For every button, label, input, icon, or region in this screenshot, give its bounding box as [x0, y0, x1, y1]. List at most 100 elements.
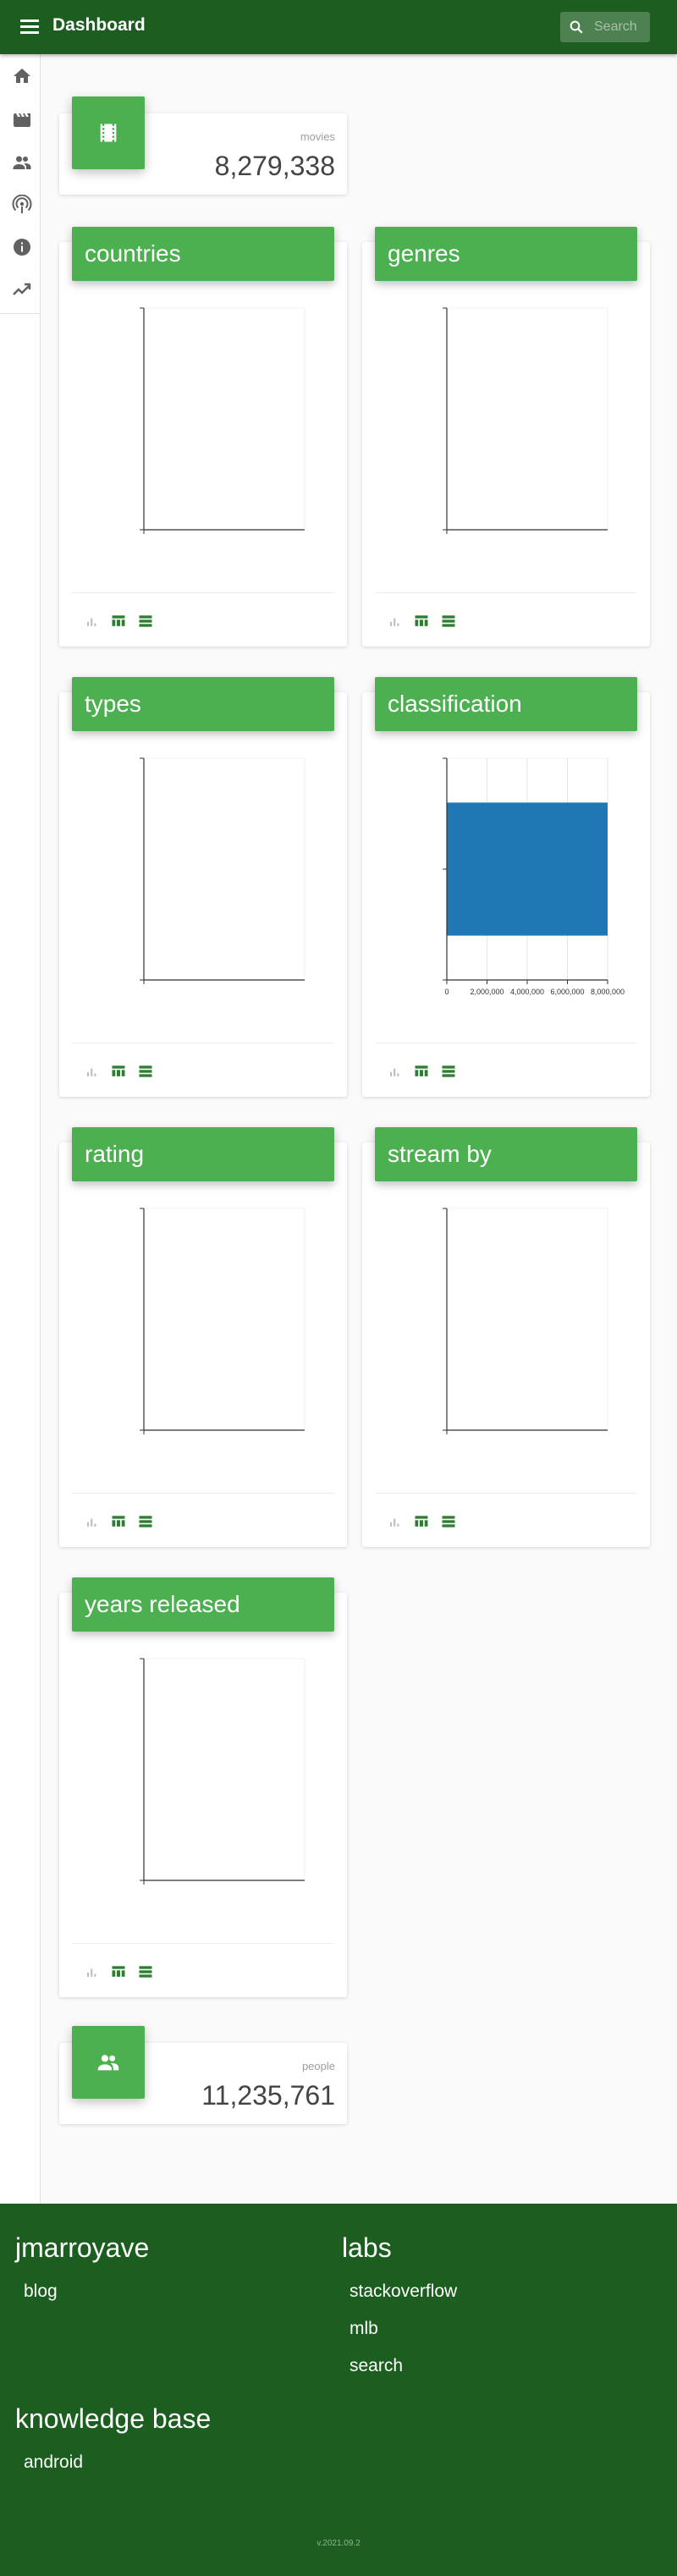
chart-plot [140, 757, 305, 984]
bar-chart-icon[interactable] [83, 1513, 100, 1530]
x-tick-label: 0 [444, 988, 449, 996]
card-title: classification [388, 691, 522, 717]
podcast-icon[interactable] [12, 194, 32, 215]
chart-card-classification: classification 0 2,000,000 4,000,000 6,000,… [362, 677, 650, 1097]
stat-icon-box [72, 96, 145, 169]
card-header: classification [375, 677, 637, 731]
chart-plot [443, 307, 608, 534]
info-icon[interactable] [12, 237, 32, 257]
chart-plot: 0 2,000,000 4,000,000 6,000,000 8,000,000 [443, 757, 625, 996]
footer-link-stackoverflow[interactable]: stackoverflow [350, 2282, 457, 2302]
footer-link-search[interactable]: search [350, 2356, 403, 2376]
chart-card-stream-by: stream by [362, 1127, 650, 1547]
card-divider [72, 592, 334, 593]
app-bar: Dashboard [0, 0, 677, 54]
stat-value: 8,279,338 [214, 151, 335, 181]
card-title: years released [85, 1591, 240, 1617]
table-icon[interactable] [110, 1063, 127, 1080]
home-icon[interactable] [12, 66, 32, 86]
x-tick-label: 6,000,000 [550, 988, 584, 996]
list-icon[interactable] [137, 1963, 154, 1980]
chart-card-types: types [59, 677, 347, 1097]
plot-area [143, 757, 305, 981]
chart-plot [140, 307, 305, 534]
card-header: stream by [375, 1127, 637, 1181]
footer-link-mlb[interactable]: mlb [350, 2319, 378, 2339]
bar-chart-icon[interactable] [386, 613, 403, 630]
chart-card-genres: genres [362, 227, 650, 647]
menu-icon[interactable] [19, 17, 41, 37]
card-title: stream by [388, 1141, 492, 1167]
sidebar-divider [0, 313, 41, 314]
movies-stat-card: movies 8,279,338 [59, 96, 347, 195]
card-title: rating [85, 1141, 145, 1167]
stat-label: movies [300, 130, 335, 143]
footer-heading: labs [342, 2232, 392, 2263]
stat-icon-box [72, 2026, 145, 2099]
x-tick-label: 4,000,000 [510, 988, 544, 996]
table-icon[interactable] [110, 1513, 127, 1530]
chart-plot [443, 1208, 608, 1434]
plot-area [446, 1208, 608, 1431]
card-divider [375, 1493, 637, 1494]
stat-value: 11,235,761 [201, 2080, 335, 2111]
list-icon[interactable] [137, 1513, 154, 1530]
movie-icon [100, 124, 117, 142]
bar-chart-icon[interactable] [386, 1063, 403, 1080]
footer-link-blog[interactable]: blog [24, 2282, 58, 2302]
chart-plot [140, 1658, 305, 1885]
chart-card-years-released: years released [59, 1577, 347, 1997]
footer-link-android[interactable]: android [24, 2452, 83, 2473]
people-icon [97, 2055, 119, 2071]
trending-icon[interactable] [12, 279, 32, 300]
plot-area [143, 307, 305, 531]
footer: jmarroyave blog labs stackoverflow mlb s… [0, 2204, 677, 2576]
table-icon[interactable] [413, 1063, 430, 1080]
plot-area [446, 307, 608, 531]
card-divider [375, 592, 637, 593]
card-divider [72, 1493, 334, 1494]
page-title: Dashboard [52, 15, 146, 35]
card-header: countries [72, 227, 334, 281]
people-stat-card: people 11,235,761 [59, 2026, 347, 2124]
stat-label: people [301, 2060, 335, 2072]
bar-chart-icon[interactable] [83, 1063, 100, 1080]
card-divider [72, 1943, 334, 1944]
table-icon[interactable] [110, 1963, 127, 1980]
card-title: genres [388, 240, 460, 267]
list-icon[interactable] [440, 613, 457, 630]
bar [447, 802, 608, 936]
table-icon[interactable] [413, 1513, 430, 1530]
search-icon [570, 20, 583, 34]
bar-chart-icon[interactable] [386, 1513, 403, 1530]
x-tick-label: 8,000,000 [591, 988, 625, 996]
card-title: types [85, 691, 141, 717]
list-icon[interactable] [440, 1063, 457, 1080]
footer-heading: jmarroyave [15, 2232, 150, 2263]
plot-area [143, 1208, 305, 1431]
chart-card-rating: rating [59, 1127, 347, 1547]
card-header: genres [375, 227, 637, 281]
search-input[interactable] [594, 17, 645, 37]
version-label: v.2021.09.2 [316, 2539, 361, 2548]
sidebar [0, 54, 41, 2204]
list-icon[interactable] [440, 1513, 457, 1530]
chart-plot [140, 1208, 305, 1434]
list-icon[interactable] [137, 1063, 154, 1080]
table-icon[interactable] [110, 613, 127, 630]
chart-card-countries: countries [59, 227, 347, 647]
x-tick-label: 2,000,000 [470, 988, 504, 996]
search-box[interactable] [560, 12, 650, 42]
table-icon[interactable] [413, 613, 430, 630]
card-header: types [72, 677, 334, 731]
card-header: rating [72, 1127, 334, 1181]
bar-chart-icon[interactable] [83, 613, 100, 630]
bar-chart-icon[interactable] [83, 1963, 100, 1980]
footer-heading: knowledge base [15, 2403, 212, 2434]
card-title: countries [85, 240, 181, 267]
movie-icon[interactable] [12, 110, 32, 130]
card-header: years released [72, 1577, 334, 1632]
plot-area [143, 1658, 305, 1881]
people-icon[interactable] [12, 152, 32, 173]
list-icon[interactable] [137, 613, 154, 630]
